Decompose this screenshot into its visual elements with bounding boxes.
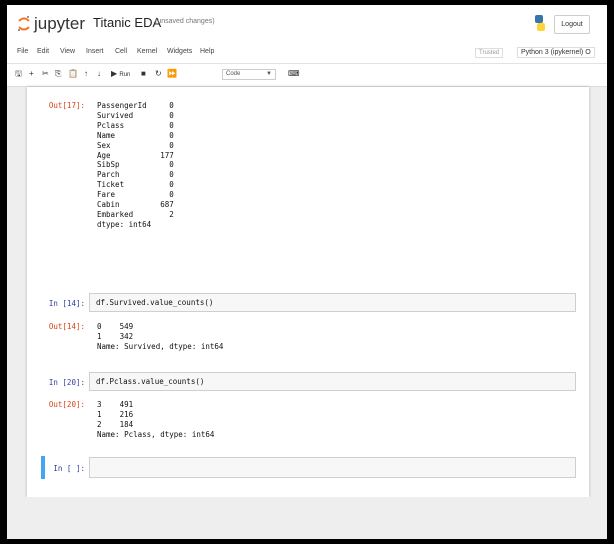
jupyter-logo[interactable]: jupyter [17,14,85,34]
run-label: Run [119,72,131,78]
fast-forward-icon[interactable]: ⏩ [167,69,177,79]
trusted-indicator[interactable]: Trusted [475,48,504,58]
menu-file[interactable]: File [17,48,28,55]
header-bar: jupyter Titanic EDA (unsaved changes) Lo… [7,5,607,43]
python-logo-icon [535,15,545,31]
copy-icon[interactable]: ⎘ [55,69,61,79]
notebook-title[interactable]: Titanic EDA [93,15,161,30]
stop-icon[interactable]: ■ [141,69,146,79]
code-text: df.Survived.value_counts() [96,298,214,307]
kernel-indicator[interactable]: Python 3 (ipykernel) O [517,47,595,58]
cell-type-select[interactable]: Code ▼ [222,69,276,80]
menu-view[interactable]: View [60,48,75,55]
input-prompt: In [20]: [48,378,85,387]
cell-type-value: Code [226,71,241,77]
save-icon[interactable]: 🖫 [15,69,22,79]
output-area: PassengerId 0 Survived 0 Pclass 0 Name 0… [97,101,174,229]
output-prompt: Out[20]: [48,400,85,409]
jupyter-window: jupyter Titanic EDA (unsaved changes) Lo… [7,5,607,539]
code-cell[interactable]: df.Survived.value_counts() [89,293,576,312]
chevron-down-icon: ▼ [266,71,272,77]
menu-bar: File Edit View Insert Cell Kernel Widget… [7,43,607,64]
output-area: 0 549 1 342 Name: Survived, dtype: int64 [97,322,224,351]
move-down-icon[interactable]: ↓ [97,69,101,79]
keyboard-icon[interactable]: ⌨ [288,69,300,79]
save-status: (unsaved changes) [155,18,215,25]
add-cell-icon[interactable]: + [29,69,34,79]
menu-widgets[interactable]: Widgets [167,48,192,55]
cut-icon[interactable]: ✂ [42,69,49,79]
move-up-icon[interactable]: ↑ [84,69,88,79]
menu-help[interactable]: Help [200,48,214,55]
output-area: 3 491 1 216 2 184 Name: Pclass, dtype: i… [97,400,215,439]
empty-code-cell[interactable] [89,457,576,478]
logout-button[interactable]: Logout [554,15,590,34]
jupyter-brand: jupyter [34,14,86,33]
output-prompt: Out[17]: [48,101,85,110]
menu-cell[interactable]: Cell [115,48,127,55]
run-button[interactable]: ▶ Run [111,69,130,80]
jupyter-logo-icon [18,16,30,31]
toolbar: 🖫 + ✂ ⎘ 📋 ↑ ↓ ▶ Run ■ ↻ ⏩ Code ▼ ⌨ [7,64,607,87]
menu-edit[interactable]: Edit [37,48,49,55]
page-background [7,497,607,539]
code-cell[interactable]: df.Pclass.value_counts() [89,372,576,391]
code-text: df.Pclass.value_counts() [96,377,205,386]
restart-icon[interactable]: ↻ [155,69,162,79]
notebook-container: Out[17]: PassengerId 0 Survived 0 Pclass… [27,87,589,497]
output-prompt: Out[14]: [48,322,85,331]
menu-kernel[interactable]: Kernel [137,48,157,55]
paste-icon[interactable]: 📋 [68,69,78,79]
menu-insert[interactable]: Insert [86,48,104,55]
input-prompt: In [ ]: [53,464,85,473]
input-prompt: In [14]: [48,299,85,308]
